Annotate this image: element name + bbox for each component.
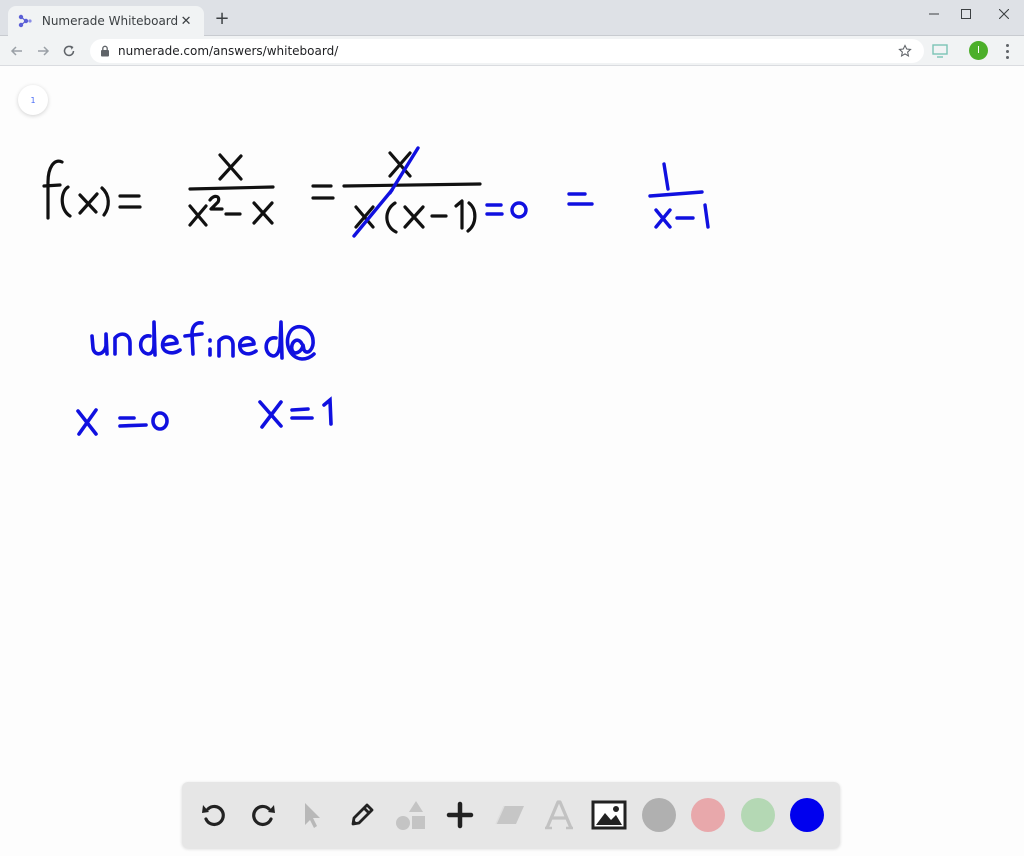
lock-icon [100,45,112,57]
redo-icon[interactable] [243,795,283,835]
color-swatch-pink[interactable] [691,798,725,832]
reload-icon[interactable] [58,40,80,62]
forward-arrow-icon[interactable] [32,40,54,62]
bookmark-star-icon[interactable] [898,43,914,59]
browser-toolbar: numerade.com/answers/whiteboard/ I [0,36,1024,66]
pen-icon[interactable] [342,795,382,835]
pointer-icon[interactable] [292,795,332,835]
shapes-icon[interactable] [391,795,431,835]
close-window-icon[interactable] [990,4,1018,24]
address-bar[interactable]: numerade.com/answers/whiteboard/ [90,39,924,63]
numerade-favicon-icon [18,13,34,29]
tab-numerade-whiteboard[interactable]: Numerade Whiteboard ✕ [8,6,204,36]
add-icon[interactable] [440,795,480,835]
profile-avatar[interactable]: I [969,41,988,60]
back-arrow-icon[interactable] [6,40,28,62]
drawing-toolbar [182,782,840,848]
url-text: numerade.com/answers/whiteboard/ [118,44,339,58]
cast-extension-icon[interactable] [932,43,950,59]
undo-icon[interactable] [194,795,234,835]
tab-title: Numerade Whiteboard [41,14,179,28]
minimize-window-icon[interactable] [920,4,948,24]
maximize-window-icon[interactable] [952,4,980,24]
whiteboard-canvas[interactable] [0,67,1024,856]
image-icon[interactable] [589,795,629,835]
tab-close-icon[interactable]: ✕ [178,14,194,29]
browser-menu-icon[interactable] [1002,42,1012,60]
tab-strip: Numerade Whiteboard ✕ + [0,0,1024,36]
color-swatch-gray[interactable] [642,798,676,832]
color-swatch-blue[interactable] [790,798,824,832]
text-icon[interactable] [539,795,579,835]
page-number-indicator[interactable]: 1 [18,85,48,115]
new-tab-button[interactable]: + [212,9,232,29]
color-swatch-green[interactable] [741,798,775,832]
eraser-icon[interactable] [490,795,530,835]
